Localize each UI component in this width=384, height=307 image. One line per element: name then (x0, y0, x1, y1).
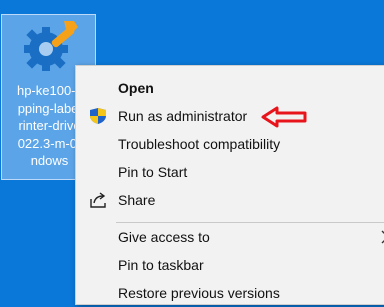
share-icon (90, 192, 106, 208)
menu-item-label: Give access to (118, 229, 210, 245)
menu-item-label: Run as administrator (118, 108, 248, 124)
menu-item-pin-to-taskbar[interactable]: Pin to taskbar (76, 251, 384, 279)
menu-item-open[interactable]: Open (76, 74, 384, 102)
settings-gear-icon (24, 21, 78, 71)
menu-item-troubleshoot-compatibility[interactable]: Troubleshoot compatibility (76, 130, 384, 158)
menu-item-pin-to-start[interactable]: Pin to Start (76, 158, 384, 186)
menu-item-give-access-to[interactable]: Give access to (76, 223, 384, 251)
menu-item-label: Restore previous versions (118, 285, 280, 301)
red-arrow-annotation (261, 106, 307, 128)
menu-item-label: Pin to taskbar (118, 257, 204, 273)
menu-item-run-as-administrator[interactable]: Run as administrator (76, 102, 384, 130)
menu-item-label: Share (118, 192, 156, 208)
menu-item-share[interactable]: Share (76, 186, 384, 214)
uac-shield-icon (90, 108, 106, 124)
menu-item-label: Troubleshoot compatibility (118, 136, 281, 152)
menu-item-label: Pin to Start (118, 164, 188, 180)
menu-item-restore-previous-versions[interactable]: Restore previous versions (76, 279, 384, 307)
menu-item-label: Open (118, 80, 154, 96)
context-menu: Open Run as administrator Troubleshoot c… (75, 65, 384, 305)
chevron-right-icon (381, 230, 384, 244)
